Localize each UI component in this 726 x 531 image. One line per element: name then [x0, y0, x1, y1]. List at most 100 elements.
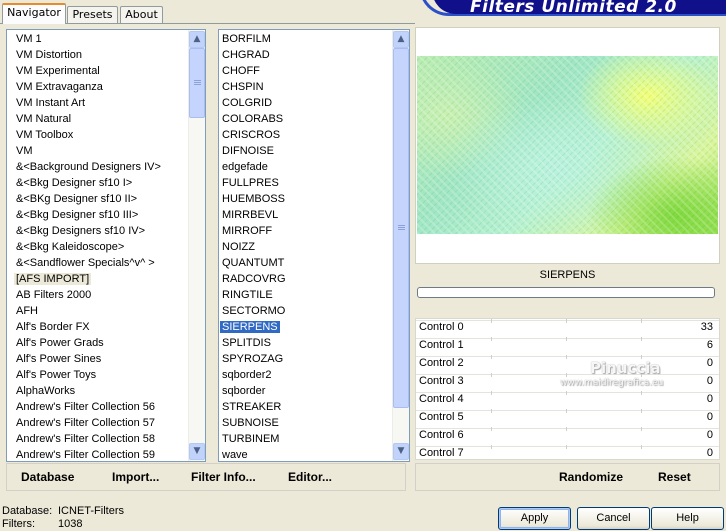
list-item[interactable]: RINGTILE	[219, 287, 392, 303]
list-item[interactable]: Alf's Border FX	[7, 319, 188, 335]
list-item[interactable]: SPYROZAG	[219, 351, 392, 367]
reset-button[interactable]: Reset	[658, 470, 691, 484]
chevron-down-icon: ▼	[397, 446, 405, 456]
list-item[interactable]: AlphaWorks	[7, 383, 188, 399]
list-item[interactable]: SECTORMO	[219, 303, 392, 319]
list-item[interactable]: sqborder	[219, 383, 392, 399]
control-row[interactable]: Control 7 0	[416, 445, 719, 459]
list-item[interactable]: FULLPRES	[219, 175, 392, 191]
list-item[interactable]: Andrew's Filter Collection 58	[7, 431, 188, 447]
list-item[interactable]: edgefade	[219, 159, 392, 175]
list-item[interactable]: COLORABS	[219, 111, 392, 127]
list-item[interactable]: &<BKg Designer sf10 II>	[7, 191, 188, 207]
control-row[interactable]: Control 4 0	[416, 391, 719, 409]
list-item[interactable]: STREAKER	[219, 399, 392, 415]
list-item[interactable]: sqborder2	[219, 367, 392, 383]
help-button[interactable]: Help	[651, 507, 724, 530]
list-item-label: &<BKg Designer sf10 II>	[16, 193, 138, 205]
list-item[interactable]: SUBNOISE	[219, 415, 392, 431]
import-button[interactable]: Import...	[112, 470, 159, 484]
list-item[interactable]: CRISCROS	[219, 127, 392, 143]
list-item[interactable]: Andrew's Filter Collection 57	[7, 415, 188, 431]
list-item[interactable]: CHGRAD	[219, 47, 392, 63]
list-item-label: HUEMBOSS	[222, 193, 285, 205]
filter-info-button[interactable]: Filter Info...	[191, 470, 256, 484]
scroll-up-button[interactable]: ▲	[393, 31, 409, 48]
control-row[interactable]: Control 1 6	[416, 337, 719, 355]
scroll-up-button[interactable]: ▲	[189, 31, 205, 48]
list-item-label: wave	[222, 449, 248, 461]
list-item-label: &<Bkg Kaleidoscope>	[16, 241, 125, 253]
list-item-label: SIERPENS	[220, 321, 280, 333]
database-button[interactable]: Database	[21, 470, 74, 484]
control-row[interactable]: Control 6 0	[416, 427, 719, 445]
preview-image[interactable]	[417, 56, 718, 234]
list-item[interactable]: NOIZZ	[219, 239, 392, 255]
control-row[interactable]: Control 2 0	[416, 355, 719, 373]
list-item[interactable]: VM Toolbox	[7, 127, 188, 143]
tab-navigator[interactable]: Navigator	[2, 3, 66, 24]
list-item[interactable]: VM 1	[7, 31, 188, 47]
list-item-label: Andrew's Filter Collection 57	[16, 417, 156, 429]
list-item[interactable]: VM Extravaganza	[7, 79, 188, 95]
list-item-label: SUBNOISE	[222, 417, 279, 429]
list-item[interactable]: &<Bkg Designer sf10 III>	[7, 207, 188, 223]
list-item[interactable]: MIRROFF	[219, 223, 392, 239]
list-item[interactable]: Andrew's Filter Collection 56	[7, 399, 188, 415]
list-item[interactable]: AFH	[7, 303, 188, 319]
list-item[interactable]: RADCOVRG	[219, 271, 392, 287]
list-item[interactable]: Alf's Power Toys	[7, 367, 188, 383]
list-item-label: RINGTILE	[222, 289, 273, 301]
list-item[interactable]: &<Bkg Designers sf10 IV>	[7, 223, 188, 239]
list-item[interactable]: QUANTUMT	[219, 255, 392, 271]
list-item[interactable]: AB Filters 2000	[7, 287, 188, 303]
list-item[interactable]: [AFS IMPORT]	[7, 271, 188, 287]
list-item[interactable]: VM Distortion	[7, 47, 188, 63]
list-item[interactable]: wave	[219, 447, 392, 461]
list-item[interactable]: Alf's Power Sines	[7, 351, 188, 367]
list-item-label: FULLPRES	[222, 177, 279, 189]
list-item[interactable]: CHSPIN	[219, 79, 392, 95]
control-row[interactable]: Control 5 0	[416, 409, 719, 427]
list-item-label: Andrew's Filter Collection 59	[16, 449, 156, 461]
tab-about[interactable]: About	[120, 6, 163, 24]
list-item[interactable]: COLGRID	[219, 95, 392, 111]
scroll-down-button[interactable]: ▼	[189, 443, 205, 460]
filter-list[interactable]: BORFILM CHGRAD CHOFF CHSPIN COLGRID COLORABS C…	[218, 29, 410, 462]
list-item[interactable]: VM Experimental	[7, 63, 188, 79]
list-item[interactable]: MIRRBEVL	[219, 207, 392, 223]
control-row[interactable]: Control 0 33	[416, 319, 719, 337]
list-item[interactable]: VM Natural	[7, 111, 188, 127]
list-item[interactable]: BORFILM	[219, 31, 392, 47]
cancel-button[interactable]: Cancel	[577, 507, 650, 530]
list-item-label: DIFNOISE	[222, 145, 274, 157]
list-item[interactable]: HUEMBOSS	[219, 191, 392, 207]
list-item[interactable]: VM Instant Art	[7, 95, 188, 111]
list-item[interactable]: &<Bkg Designer sf10 I>	[7, 175, 188, 191]
list-item[interactable]: DIFNOISE	[219, 143, 392, 159]
list-item-label: VM 1	[16, 33, 42, 45]
editor-button[interactable]: Editor...	[288, 470, 332, 484]
list-item[interactable]: &<Bkg Kaleidoscope>	[7, 239, 188, 255]
list-item[interactable]: &<Background Designers IV>	[7, 159, 188, 175]
filter-scrollbar[interactable]: ▲ ▼	[392, 30, 409, 461]
list-item-label: CRISCROS	[222, 129, 281, 141]
scroll-down-button[interactable]: ▼	[393, 443, 409, 460]
list-item[interactable]: &<Sandflower Specials^v^ >	[7, 255, 188, 271]
scroll-thumb[interactable]	[393, 48, 409, 408]
list-item[interactable]: VM	[7, 143, 188, 159]
randomize-button[interactable]: Randomize	[559, 470, 623, 484]
apply-button[interactable]: Apply	[498, 507, 571, 530]
control-value: 6	[706, 339, 713, 351]
list-item[interactable]: Alf's Power Grads	[7, 335, 188, 351]
list-item[interactable]: CHOFF	[219, 63, 392, 79]
list-item[interactable]: SPLITDIS	[219, 335, 392, 351]
list-item[interactable]: Andrew's Filter Collection 59	[7, 447, 188, 461]
category-list[interactable]: VM 1 VM Distortion VM Experimental VM Extra…	[6, 29, 206, 462]
tab-presets[interactable]: Presets	[67, 6, 118, 24]
list-item[interactable]: SIERPENS	[219, 319, 392, 335]
scroll-thumb[interactable]	[189, 48, 205, 118]
tab-bar: Navigator Presets About	[0, 0, 420, 24]
category-scrollbar[interactable]: ▲ ▼	[188, 30, 205, 461]
list-item[interactable]: TURBINEM	[219, 431, 392, 447]
